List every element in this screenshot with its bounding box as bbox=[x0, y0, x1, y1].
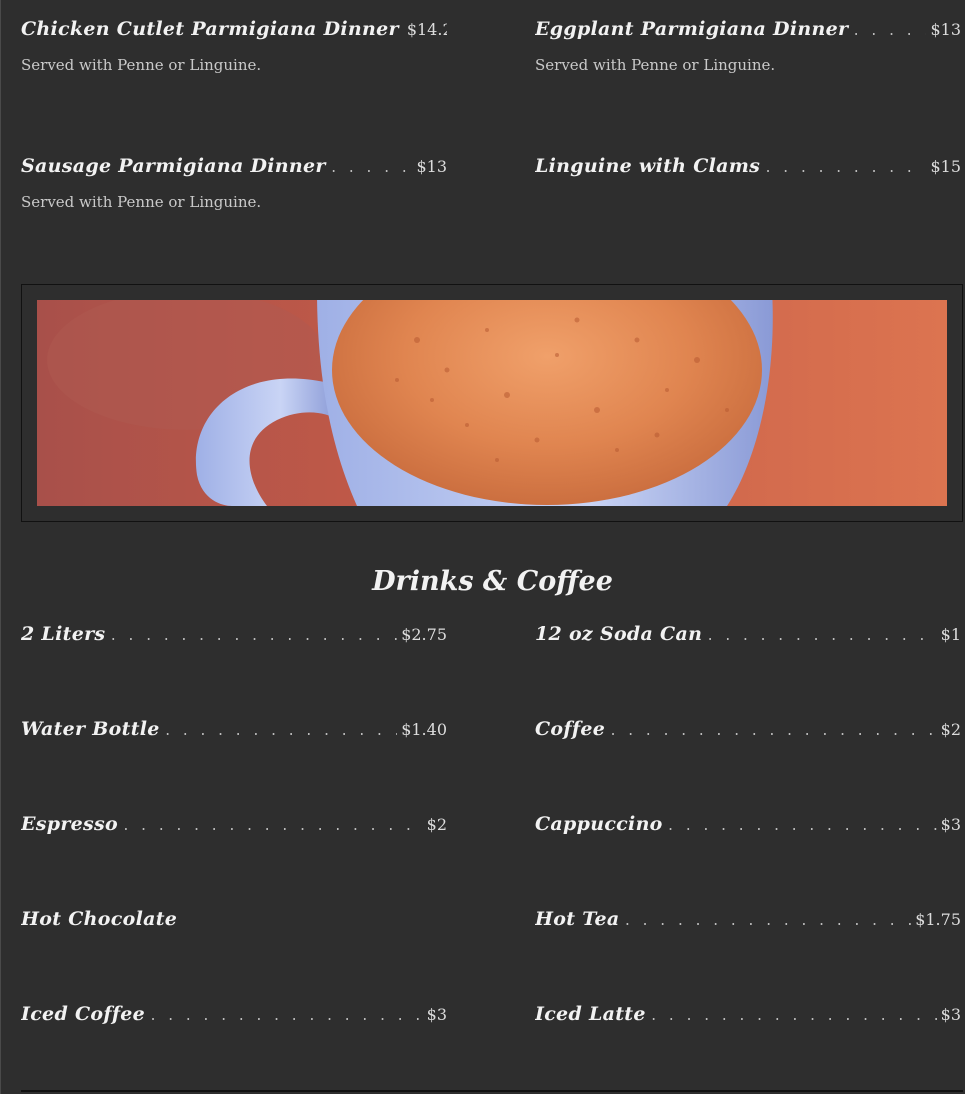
menu-item-hot-tea: Hot Tea $1.75 bbox=[535, 908, 961, 930]
page-left-edge bbox=[0, 0, 1, 1094]
dot-leader bbox=[122, 819, 423, 834]
dot-leader bbox=[149, 1009, 423, 1024]
menu-item-hot-chocolate: Hot Chocolate bbox=[21, 908, 447, 930]
menu-item-price: $1.40 bbox=[401, 720, 447, 739]
menu-item-12oz-soda-can: 12 oz Soda Can $1 bbox=[535, 623, 961, 645]
dot-leader bbox=[609, 724, 937, 739]
menu-item-water-bottle: Water Bottle $1.40 bbox=[21, 718, 447, 740]
menu-item-name: Iced Coffee bbox=[21, 1003, 146, 1025]
dot-leader bbox=[330, 161, 413, 176]
menu-item-price: $1.75 bbox=[915, 910, 961, 929]
menu-item-name: Cappuccino bbox=[535, 813, 663, 835]
menu-item-name: Linguine with Clams bbox=[535, 155, 761, 177]
menu-item-price: $2 bbox=[940, 720, 961, 739]
coffee-cup-illustration bbox=[37, 300, 947, 506]
section-title-drinks-coffee: Drinks & Coffee bbox=[372, 566, 613, 597]
menu-item-cappuccino: Cappuccino $3 bbox=[535, 813, 961, 835]
menu-item-price: $15 bbox=[930, 157, 961, 176]
menu-item-iced-coffee: Iced Coffee $3 bbox=[21, 1003, 447, 1025]
coffee-photo-frame bbox=[21, 284, 963, 522]
menu-item-name: Coffee bbox=[535, 718, 606, 740]
menu-item-name: Sausage Parmigiana Dinner bbox=[21, 155, 326, 177]
menu-item-name: Iced Latte bbox=[535, 1003, 646, 1025]
dot-leader bbox=[706, 629, 936, 644]
menu-item-chicken-cutlet-parmigiana: Chicken Cutlet Parmigiana Dinner $14.25 … bbox=[21, 18, 447, 74]
dot-leader bbox=[764, 161, 926, 176]
menu-item-name: Water Bottle bbox=[21, 718, 160, 740]
menu-item-sausage-parmigiana: Sausage Parmigiana Dinner $13 Served wit… bbox=[21, 155, 447, 211]
menu-item-coffee: Coffee $2 bbox=[535, 718, 961, 740]
menu-item-name: Espresso bbox=[21, 813, 119, 835]
menu-item-price: $14.25 bbox=[406, 20, 447, 39]
menu-item-price: $3 bbox=[426, 1005, 447, 1024]
dot-leader bbox=[164, 724, 398, 739]
dot-leader bbox=[667, 819, 937, 834]
menu-item-name: Eggplant Parmigiana Dinner bbox=[535, 18, 849, 40]
menu-item-price: $2.75 bbox=[401, 625, 447, 644]
dot-leader bbox=[623, 914, 911, 929]
menu-item-name: 2 Liters bbox=[21, 623, 106, 645]
menu-item-price: $3 bbox=[940, 1005, 961, 1024]
menu-item-espresso: Espresso $2 bbox=[21, 813, 447, 835]
menu-item-linguine-with-clams: Linguine with Clams $15 bbox=[535, 155, 961, 177]
menu-item-price: $13 bbox=[416, 157, 447, 176]
dot-leader bbox=[852, 24, 926, 39]
menu-item-description: Served with Penne or Linguine. bbox=[535, 56, 776, 74]
menu-item-name: Chicken Cutlet Parmigiana Dinner bbox=[21, 18, 399, 40]
menu-item-price: $3 bbox=[940, 815, 961, 834]
menu-item-description: Served with Penne or Linguine. bbox=[21, 193, 262, 211]
menu-item-price: $2 bbox=[426, 815, 447, 834]
menu-item-iced-latte: Iced Latte $3 bbox=[535, 1003, 961, 1025]
coffee-cup-photo bbox=[37, 300, 947, 506]
menu-item-price: $13 bbox=[930, 20, 961, 39]
menu-item-name: Hot Tea bbox=[535, 908, 620, 930]
menu-item-price: $1 bbox=[940, 625, 961, 644]
dot-leader bbox=[650, 1009, 937, 1024]
menu-item-eggplant-parmigiana: Eggplant Parmigiana Dinner $13 Served wi… bbox=[535, 18, 961, 74]
menu-item-description: Served with Penne or Linguine. bbox=[21, 56, 262, 74]
menu-item-2-liters: 2 Liters $2.75 bbox=[21, 623, 447, 645]
menu-item-name: Hot Chocolate bbox=[21, 908, 178, 930]
dot-leader bbox=[109, 629, 397, 644]
section-divider bbox=[21, 1090, 963, 1092]
menu-item-name: 12 oz Soda Can bbox=[535, 623, 703, 645]
